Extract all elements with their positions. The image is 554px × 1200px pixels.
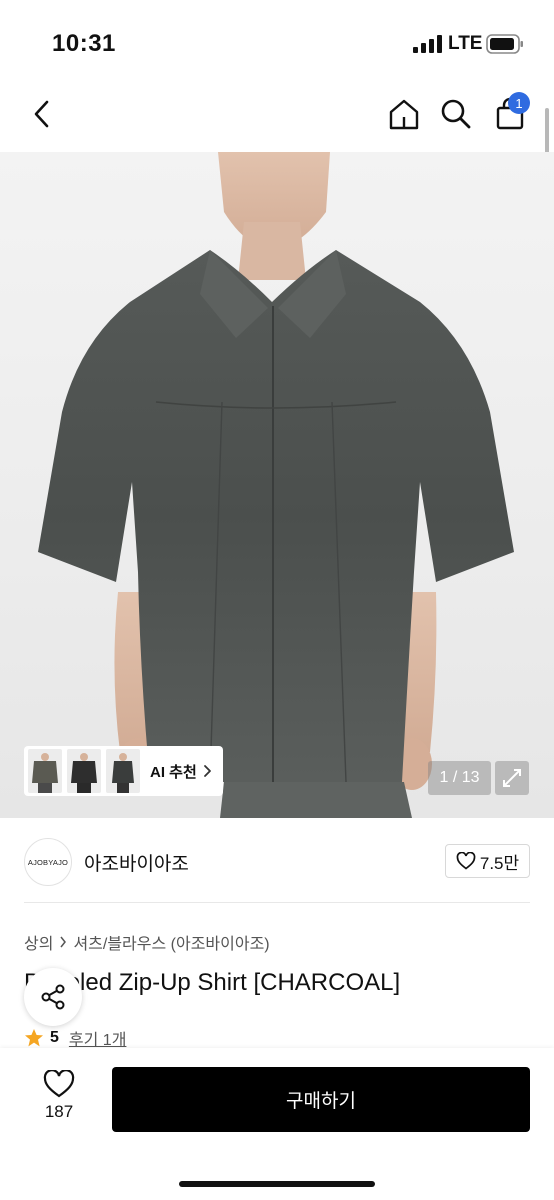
search-icon [441, 99, 471, 129]
share-button[interactable] [24, 968, 82, 1026]
thumbnail-1[interactable] [28, 749, 62, 793]
rating-row: 5 후기 1개 [24, 1026, 126, 1050]
product-photo-shirt [38, 152, 514, 818]
breadcrumb-category[interactable]: 상의 [24, 930, 53, 954]
brand-name[interactable]: 아조바이아조 [84, 849, 189, 876]
status-bar: 10:31 LTE [0, 0, 554, 88]
back-button[interactable] [20, 92, 64, 136]
ai-recommend-strip[interactable]: AI 추천 [24, 746, 223, 796]
brand-logo-text: AJOBYAJO [27, 857, 69, 867]
chevron-right-icon [60, 936, 67, 948]
share-icon [41, 984, 65, 1010]
divider [24, 902, 530, 903]
ai-recommend-label: AI 추천 [150, 763, 197, 781]
brand-row: AJOBYAJO 아조바이아조 7.5만 [0, 836, 554, 892]
buy-button[interactable]: 구매하기 [112, 1067, 530, 1132]
expand-icon [503, 769, 521, 787]
thumbnail-2[interactable] [67, 749, 101, 793]
thumbnail-3[interactable] [106, 749, 140, 793]
breadcrumb-subcategory[interactable]: 셔츠/블라우스 (아조바이아조) [73, 930, 269, 954]
wishlist-button[interactable]: 187 [28, 1070, 90, 1130]
top-nav [0, 88, 554, 148]
expand-button[interactable] [495, 761, 529, 795]
cart-count-badge: 1 [508, 92, 530, 114]
bottom-action-bar: 187 구매하기 [0, 1048, 554, 1200]
battery-icon [486, 34, 523, 54]
brand-like-button[interactable]: 7.5만 [445, 844, 530, 878]
image-counter: 1 / 13 [428, 761, 491, 795]
search-button[interactable] [434, 92, 478, 136]
heart-icon [456, 852, 476, 870]
signal-bars-icon [413, 35, 442, 53]
back-chevron-icon [34, 100, 49, 128]
network-label: LTE [448, 33, 483, 54]
product-image[interactable] [0, 152, 554, 818]
brand-logo[interactable]: AJOBYAJO [24, 838, 72, 886]
chevron-right-icon [203, 765, 211, 777]
brand-like-count: 7.5만 [479, 853, 520, 873]
review-link[interactable]: 후기 1개 [69, 1026, 127, 1050]
rating-score: 5 [50, 1029, 59, 1046]
heart-icon [43, 1070, 75, 1098]
wishlist-count: 187 [44, 1102, 74, 1121]
home-indicator [179, 1181, 375, 1187]
breadcrumb: 상의 셔츠/블라우스 (아조바이아조) [24, 930, 270, 954]
home-button[interactable] [382, 92, 426, 136]
home-icon [389, 99, 419, 130]
status-time: 10:31 [52, 30, 116, 57]
star-icon [25, 1029, 43, 1047]
